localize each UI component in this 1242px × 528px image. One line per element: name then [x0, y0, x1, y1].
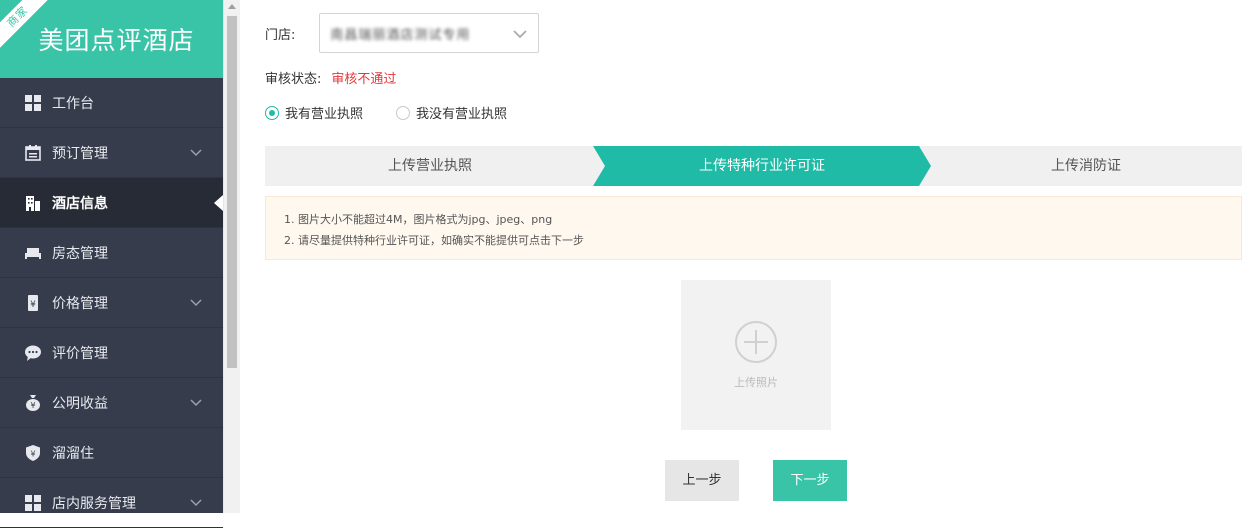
sidebar: 商家 美团点评酒店 工作台 预订管理 酒店信息 房态管理 ¥ 价格管理 评价管理…: [0, 0, 223, 528]
shield-yen-icon: ¥: [24, 444, 42, 462]
step-special-permit[interactable]: 上传特种行业许可证: [593, 146, 931, 186]
step-business-license[interactable]: 上传营业执照: [265, 146, 595, 186]
radio-no-license[interactable]: 我没有营业执照: [396, 103, 507, 122]
upload-steps: 上传营业执照 上传特种行业许可证 上传消防证: [265, 146, 1242, 186]
sidebar-item-room-status[interactable]: 房态管理: [0, 228, 223, 278]
radio-unchecked-icon: [396, 105, 411, 120]
upload-photo-box[interactable]: 上传照片: [681, 280, 831, 430]
notice-line-1: 1. 图片大小不能超过4M，图片格式为jpg、jpeg、png: [284, 213, 553, 226]
svg-text:¥: ¥: [30, 449, 35, 458]
money-bag-icon: ¥: [24, 394, 42, 412]
sidebar-item-price[interactable]: ¥ 价格管理: [0, 278, 223, 328]
sidebar-item-label: 预订管理: [52, 145, 108, 162]
store-select-value: 南昌瑞丽酒店测试专用: [330, 27, 471, 43]
radio-have-license[interactable]: 我有营业执照: [265, 103, 363, 122]
sidebar-item-label: 工作台: [52, 95, 94, 112]
chevron-down-icon: [190, 299, 202, 307]
price-tag-icon: ¥: [24, 294, 42, 312]
sidebar-item-label: 溜溜住: [52, 445, 94, 462]
plus-circle-icon: [735, 321, 777, 363]
chevron-down-icon: [190, 499, 202, 507]
sidebar-item-booking[interactable]: 预订管理: [0, 128, 223, 178]
brand-title: 美团点评酒店: [38, 26, 195, 55]
review-status-label: 审核状态:: [265, 72, 322, 87]
sidebar-item-in-store-service[interactable]: 店内服务管理: [0, 478, 223, 528]
radio-no-license-label: 我没有营业执照: [416, 107, 508, 122]
chevron-down-icon: [190, 149, 202, 157]
sidebar-item-liuliuzhu[interactable]: ¥ 溜溜住: [0, 428, 223, 478]
sidebar-item-label: 价格管理: [52, 295, 108, 312]
dashboard-icon: [24, 94, 42, 112]
bed-icon: [24, 244, 42, 262]
grid-icon: [24, 494, 42, 512]
review-status-value: 审核不通过: [331, 72, 397, 87]
prev-step-button[interactable]: 上一步: [665, 460, 739, 501]
review-status-row: 审核状态: 审核不通过: [265, 68, 396, 87]
page-scrollbar[interactable]: [223, 0, 240, 513]
radio-have-license-label: 我有营业执照: [285, 107, 364, 122]
step-fire-certificate[interactable]: 上传消防证: [930, 146, 1242, 186]
sidebar-item-label: 店内服务管理: [52, 495, 136, 512]
store-label: 门店:: [265, 27, 296, 43]
building-icon: [24, 194, 42, 212]
chevron-down-icon: [190, 399, 202, 407]
scrollbar-thumb[interactable]: [227, 16, 237, 368]
chat-icon: [24, 344, 42, 362]
sidebar-item-hotel-info[interactable]: 酒店信息: [0, 178, 223, 228]
notice-line-2: 2. 请尽量提供特种行业许可证，如确实不能提供可点击下一步: [284, 234, 584, 247]
chevron-down-icon: [513, 30, 528, 39]
sidebar-item-label: 房态管理: [52, 245, 108, 262]
next-step-button[interactable]: 下一步: [773, 460, 847, 501]
sidebar-item-workbench[interactable]: 工作台: [0, 78, 223, 128]
store-select[interactable]: 南昌瑞丽酒店测试专用: [319, 13, 540, 53]
upload-photo-label: 上传照片: [734, 376, 778, 389]
upload-notice: 1. 图片大小不能超过4M，图片格式为jpg、jpeg、png 2. 请尽量提供…: [265, 196, 1242, 260]
calendar-icon: [24, 144, 42, 162]
sidebar-item-label: 公明收益: [52, 395, 108, 412]
sidebar-item-label: 评价管理: [52, 345, 108, 362]
scroll-up-arrow-icon[interactable]: [228, 4, 236, 9]
store-row: 门店: 南昌瑞丽酒店测试专用: [265, 13, 540, 53]
radio-checked-icon: [265, 105, 279, 120]
svg-text:¥: ¥: [30, 401, 35, 410]
license-radio-group: 我有营业执照 我没有营业执照: [265, 103, 540, 122]
brand-header: 商家 美团点评酒店: [0, 0, 223, 78]
sidebar-item-revenue[interactable]: ¥ 公明收益: [0, 378, 223, 428]
sidebar-item-label: 酒店信息: [52, 195, 108, 212]
main-content: 门店: 南昌瑞丽酒店测试专用 审核状态: 审核不通过 我有营业执照 我没有营业执照…: [240, 0, 1242, 513]
sidebar-item-reviews[interactable]: 评价管理: [0, 328, 223, 378]
svg-text:¥: ¥: [30, 300, 36, 310]
